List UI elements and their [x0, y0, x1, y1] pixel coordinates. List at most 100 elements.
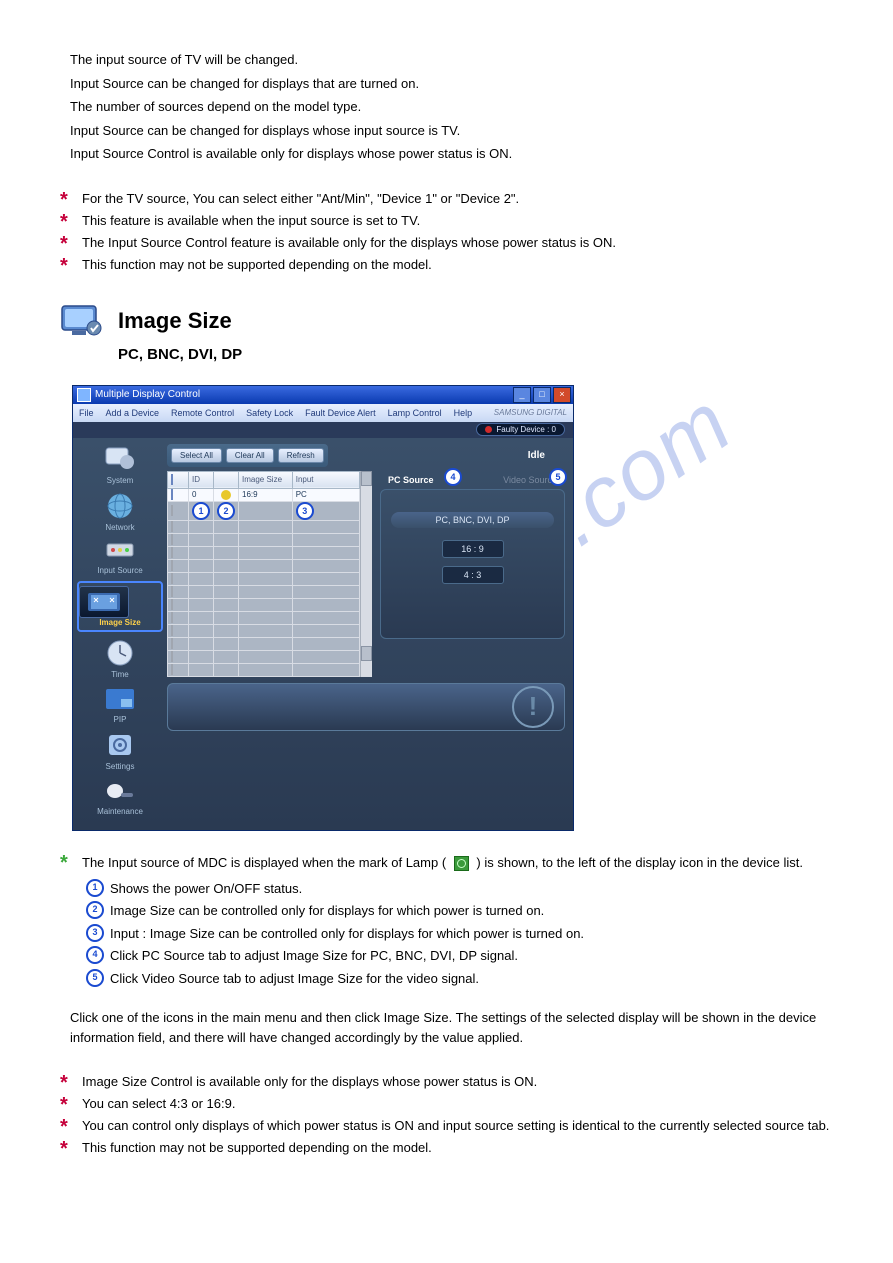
fault-dot-icon: [485, 426, 492, 433]
scroll-up-icon[interactable]: [361, 471, 372, 486]
numbered-list: 1Shows the power On/OFF status. 2Image S…: [86, 879, 833, 989]
close-button[interactable]: ×: [553, 387, 571, 403]
sidebar-item-image-size[interactable]: Image Size: [77, 581, 163, 632]
tab-bar: PC Source 4 Video Source 5: [380, 471, 565, 489]
input-source-icon: [77, 538, 163, 564]
sidebar-item-system[interactable]: System: [77, 444, 163, 485]
fault-pill[interactable]: Faulty Device : 0: [476, 423, 565, 436]
row-checkbox[interactable]: [171, 489, 173, 500]
note-text: The Input Source Control feature is avai…: [82, 234, 616, 253]
num-text: Click Video Source tab to adjust Image S…: [110, 969, 479, 989]
row-checkbox[interactable]: [171, 547, 173, 558]
time-icon: [77, 638, 163, 668]
ratio-4-3-button[interactable]: 4 : 3: [442, 566, 504, 584]
lamp-icon: [221, 490, 231, 500]
cell-image-size: 16:9: [239, 488, 293, 501]
network-icon: [77, 491, 163, 521]
section-heading: Image Size: [60, 304, 833, 338]
device-table: ID Image Size Input 0 16:9 PC: [167, 471, 360, 677]
menu-file[interactable]: File: [79, 408, 94, 418]
menu-fault-alert[interactable]: Fault Device Alert: [305, 408, 376, 418]
row-checkbox[interactable]: [171, 573, 173, 584]
app-window: Multiple Display Control _ □ × File Add …: [72, 385, 574, 831]
menubar: File Add a Device Remote Control Safety …: [73, 404, 573, 422]
sidebar-item-settings[interactable]: Settings: [77, 730, 163, 771]
badge-4: 4: [444, 468, 462, 486]
scroll-down-icon[interactable]: [361, 646, 372, 661]
menu-safety-lock[interactable]: Safety Lock: [246, 408, 293, 418]
lamp-legend-icon: [450, 856, 473, 871]
num-text: Click PC Source tab to adjust Image Size…: [110, 946, 518, 966]
star-icon: *: [60, 212, 74, 232]
message-panel: !: [167, 683, 565, 731]
sidebar: System Network Input Source Image Size T…: [73, 438, 167, 830]
maximize-button[interactable]: □: [533, 387, 551, 403]
row-checkbox[interactable]: [171, 586, 173, 597]
minimize-button[interactable]: _: [513, 387, 531, 403]
select-all-button[interactable]: Select All: [171, 448, 222, 463]
menu-help[interactable]: Help: [454, 408, 473, 418]
row-checkbox[interactable]: [171, 651, 173, 662]
fault-text: Faulty Device : 0: [496, 425, 556, 434]
num-4-icon: 4: [86, 946, 104, 964]
num-3-icon: 3: [86, 924, 104, 942]
row-checkbox[interactable]: [171, 664, 173, 675]
sidebar-item-time[interactable]: Time: [77, 638, 163, 679]
num-5-icon: 5: [86, 969, 104, 987]
right-panel: PC Source 4 Video Source 5 PC, BNC, DVI,…: [380, 471, 565, 677]
lamp-note: * The Input source of MDC is displayed w…: [60, 853, 833, 873]
window-title: Multiple Display Control: [95, 389, 200, 400]
row-checkbox[interactable]: [171, 625, 173, 636]
header-checkbox[interactable]: [171, 474, 173, 485]
ratio-16-9-button[interactable]: 16 : 9: [442, 540, 504, 558]
badge-2: 2: [217, 502, 235, 520]
table-row[interactable]: 0 16:9 PC: [168, 488, 360, 501]
tab-pc-source[interactable]: PC Source: [380, 471, 442, 489]
sidebar-item-maintenance[interactable]: Maintenance: [77, 777, 163, 816]
note-text: Image Size Control is available only for…: [82, 1073, 537, 1092]
num-1-icon: 1: [86, 879, 104, 897]
system-icon: [77, 444, 163, 474]
table-scrollbar[interactable]: [360, 471, 372, 677]
sidebar-item-input-source[interactable]: Input Source: [77, 538, 163, 575]
note-text: For the TV source, You can select either…: [82, 190, 519, 209]
device-table-panel: ID Image Size Input 0 16:9 PC: [167, 471, 372, 677]
row-checkbox[interactable]: [171, 534, 173, 545]
clear-all-button[interactable]: Clear All: [226, 448, 274, 463]
sidebar-item-pip[interactable]: PIP: [77, 685, 163, 724]
star-icon: *: [60, 1117, 74, 1137]
pip-icon: [77, 685, 163, 713]
sidebar-item-network[interactable]: Network: [77, 491, 163, 532]
maintenance-icon: [77, 777, 163, 805]
intro-block: The input source of TV will be changed. …: [60, 50, 833, 164]
lamp-note-text: The Input source of MDC is displayed whe…: [82, 853, 803, 873]
refresh-button[interactable]: Refresh: [278, 448, 324, 463]
image-size-icon: [79, 586, 129, 618]
num-text: Input : Image Size can be controlled onl…: [110, 924, 584, 944]
star-icon: *: [60, 256, 74, 276]
row-checkbox[interactable]: [171, 599, 173, 610]
brand-label: SAMSUNG DIGITAL: [494, 408, 567, 417]
col-input: Input: [292, 471, 359, 488]
badge-3: 3: [296, 502, 314, 520]
row-checkbox[interactable]: [171, 612, 173, 623]
note-text: This function may not be supported depen…: [82, 256, 432, 275]
badge-1: 1: [192, 502, 210, 520]
badge-5: 5: [549, 468, 567, 486]
note-text: This function may not be supported depen…: [82, 1139, 432, 1158]
app-icon: [77, 388, 91, 402]
alert-icon: !: [512, 686, 554, 728]
row-checkbox[interactable]: [171, 505, 173, 516]
row-checkbox[interactable]: [171, 560, 173, 571]
row-checkbox[interactable]: [171, 521, 173, 532]
cell-id: 0: [189, 488, 214, 501]
body-mid: Click one of the icons in the main menu …: [60, 1008, 833, 1047]
cell-input: PC: [292, 488, 359, 501]
row-checkbox[interactable]: [171, 638, 173, 649]
menu-remote-control[interactable]: Remote Control: [171, 408, 234, 418]
intro-line: Input Source can be changed for displays…: [70, 121, 833, 141]
sub-heading: PC, BNC, DVI, DP: [118, 346, 833, 363]
menu-lamp-control[interactable]: Lamp Control: [388, 408, 442, 418]
table-row-badges: 1 2 3: [168, 501, 360, 520]
menu-add-device[interactable]: Add a Device: [106, 408, 160, 418]
